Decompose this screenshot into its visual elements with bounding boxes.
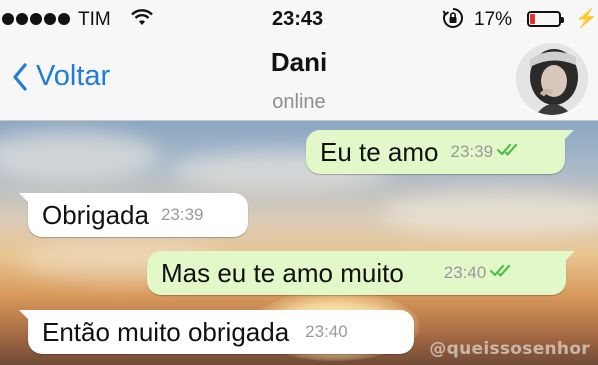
message-bubble-incoming[interactable]: Então muito obrigada 23:40 bbox=[19, 310, 414, 354]
message-time: 23:39 bbox=[160, 205, 204, 224]
message-bubble-outgoing[interactable]: Eu te amo 23:39 bbox=[306, 130, 574, 174]
carrier-name: TIM bbox=[78, 9, 111, 30]
contact-avatar[interactable] bbox=[516, 43, 588, 115]
battery-percent: 17% bbox=[474, 9, 513, 30]
signal-dots-icon bbox=[2, 13, 70, 25]
background-cloud bbox=[0, 131, 160, 181]
double-check-icon bbox=[490, 264, 516, 283]
contact-name[interactable]: Dani bbox=[0, 47, 598, 78]
message-text: Obrigada bbox=[42, 199, 149, 230]
battery-level-fill bbox=[530, 14, 535, 24]
double-check-icon bbox=[496, 143, 523, 162]
message-bubble-outgoing[interactable]: Mas eu te amo muito 23:40 bbox=[147, 251, 575, 295]
message-text: Eu te amo bbox=[320, 136, 439, 167]
status-bar: TIM 23:43 17% ⚡ bbox=[0, 0, 598, 40]
background-cloud bbox=[380, 191, 598, 236]
message-text: Então muito obrigada bbox=[42, 316, 290, 347]
status-time: 23:43 bbox=[272, 8, 324, 30]
chat-header: Voltar Dani online bbox=[0, 40, 598, 121]
message-bubble-incoming[interactable]: Obrigada 23:39 bbox=[19, 193, 248, 237]
charging-bolt-icon: ⚡ bbox=[575, 8, 598, 28]
rotation-lock-icon bbox=[442, 7, 464, 35]
contact-status: online bbox=[272, 91, 326, 113]
watermark: @queissosenhor bbox=[429, 339, 590, 359]
message-time: 23:40 bbox=[305, 322, 348, 341]
wifi-icon bbox=[131, 9, 153, 33]
message-time: 23:39 bbox=[450, 142, 494, 161]
message-time: 23:40 bbox=[443, 263, 487, 282]
chat-area[interactable]: Eu te amo 23:39 Obrigada 23:39 Mas eu te… bbox=[0, 121, 598, 365]
battery-icon bbox=[527, 11, 564, 27]
message-text: Mas eu te amo muito bbox=[161, 257, 404, 288]
